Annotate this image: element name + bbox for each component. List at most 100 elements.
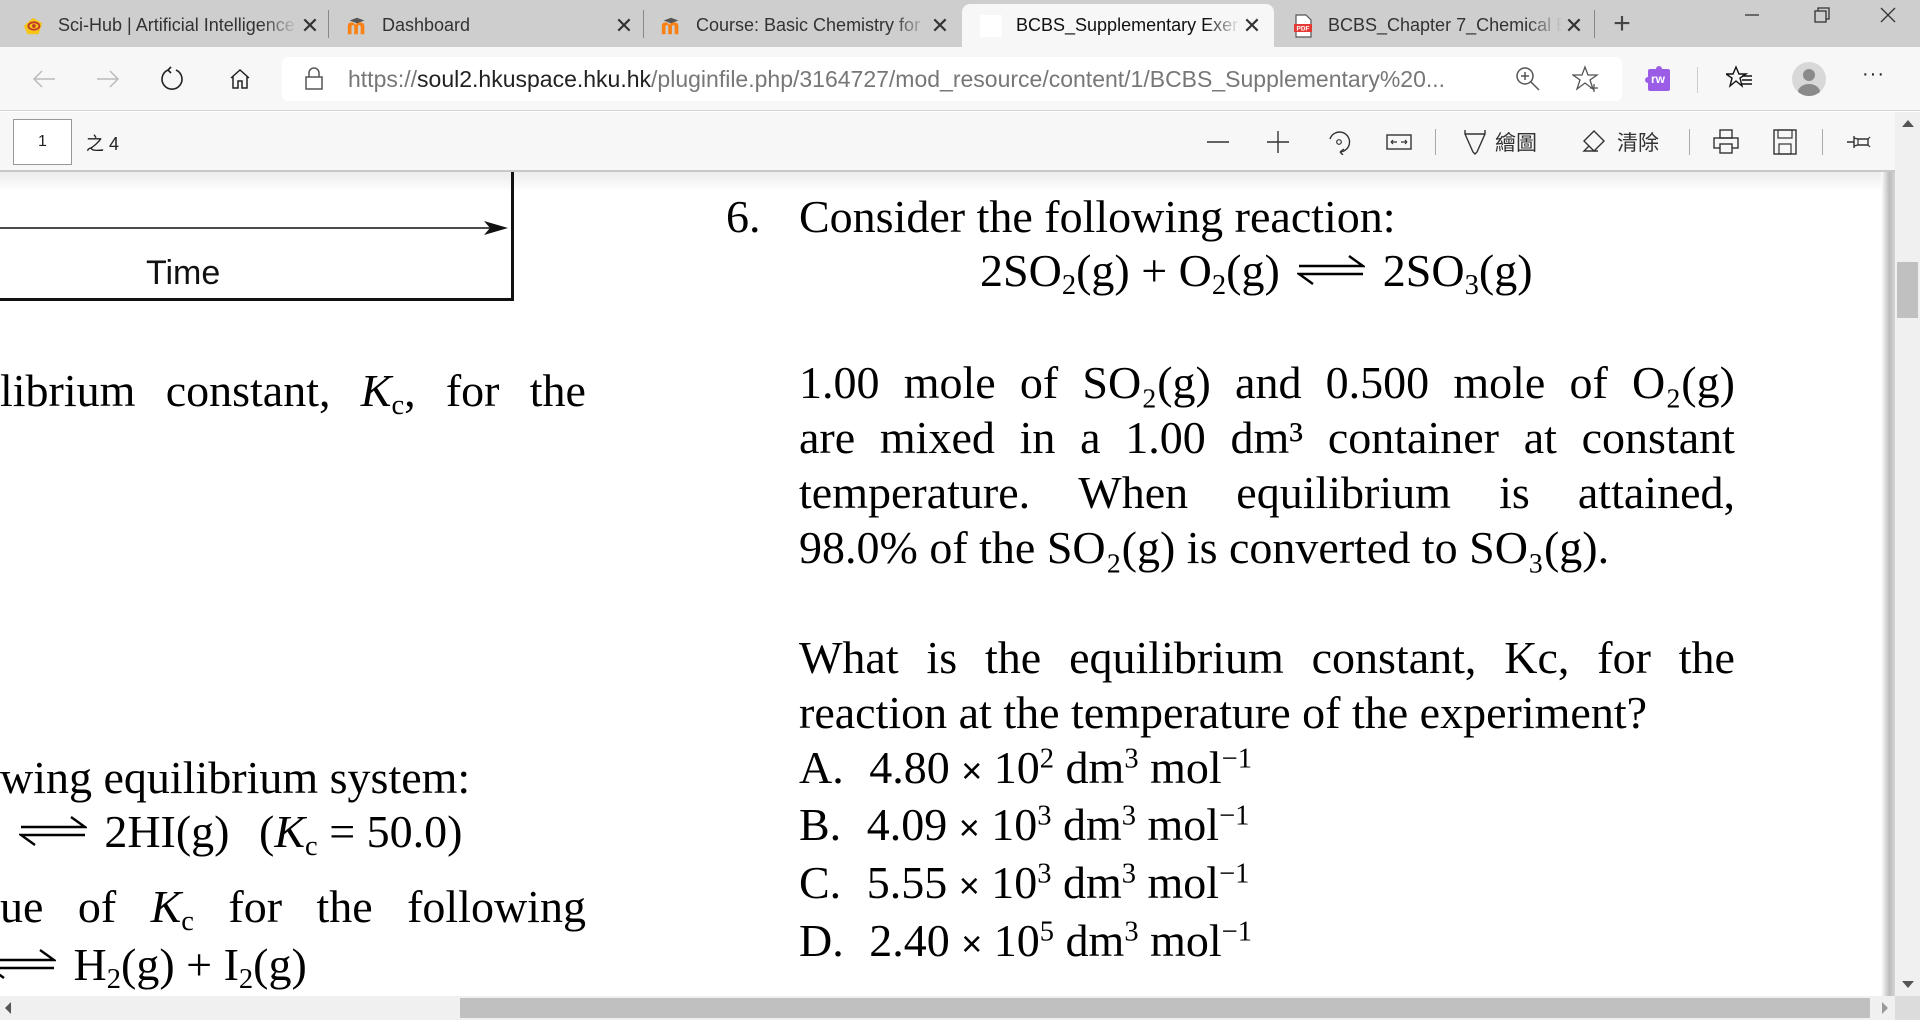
scroll-down-arrow-icon[interactable] (1902, 981, 1914, 988)
word: of (1569, 357, 1608, 408)
tab-separator (1594, 10, 1595, 38)
tab-dashboard[interactable]: Dashboard ✕ (346, 4, 636, 47)
refresh-button[interactable] (150, 57, 194, 101)
home-button[interactable] (218, 57, 262, 101)
word: O₂(g) (1632, 357, 1735, 408)
comma: , (404, 365, 416, 416)
scroll-right-arrow-icon[interactable] (1882, 1002, 1888, 1014)
left-text-line: librium constant, Kc, for the (0, 365, 586, 420)
tab-title: BCBS_Chapter 7_Chemical Equilibrium (1328, 15, 1562, 35)
erase-button[interactable]: 清除 (1581, 124, 1659, 160)
pdf-viewport: Time librium constant, Kc, for the wing … (0, 172, 1895, 996)
left-text-line: wing equilibrium system: (0, 752, 471, 803)
minimize-icon (1745, 14, 1759, 16)
scroll-left-arrow-icon[interactable] (5, 1002, 11, 1014)
add-favorite-icon[interactable] (1570, 65, 1600, 98)
fit-width-button[interactable] (1386, 124, 1412, 160)
tab-scihub[interactable]: Sci-Hub | Artificial Intelligence ✕ (22, 4, 322, 47)
unit-dm: dm (1062, 799, 1122, 850)
paragraph-line: 1.00 mole of SO₂(g) and 0.500 mole of O₂… (799, 360, 1735, 406)
word: the (985, 632, 1042, 683)
print-button[interactable] (1713, 124, 1739, 160)
profile-avatar[interactable] (1792, 62, 1826, 96)
horizontal-scrollbar[interactable] (0, 996, 1895, 1020)
tab-title: Dashboard (382, 15, 471, 35)
more-menu-button[interactable]: ··· (1862, 63, 1885, 86)
tab-supplementary-active[interactable]: BCBS_Supplementary Exercise ✕ (962, 4, 1274, 47)
paragraph-line: are mixed in a 1.00 dm³ container at con… (799, 415, 1735, 461)
unit-dm: dm (1065, 915, 1125, 966)
hi-decomposition-equation: H2(g) + I2(g) (0, 939, 307, 994)
reactant-so2: 2SO (980, 245, 1062, 296)
word: constant (1581, 412, 1735, 463)
forward-button[interactable] (86, 57, 130, 101)
svg-text:PDF: PDF (1297, 25, 1310, 32)
scroll-up-arrow-icon[interactable] (1902, 120, 1914, 127)
c-subscript: c (391, 389, 405, 421)
url-host: soul2.hkuspace.hku.hk (417, 66, 652, 92)
unit-mol: mol (1147, 857, 1220, 908)
base-ten: 10 (993, 742, 1040, 793)
unit-mol: mol (1150, 742, 1222, 793)
answer-option-d[interactable]: D. 2.40 × 105 dm3 mol−1 (799, 918, 1252, 964)
tab-strip: Sci-Hub | Artificial Intelligence ✕ Dash… (0, 0, 1920, 47)
minimize-button[interactable] (1720, 0, 1784, 40)
word: container (1327, 412, 1499, 463)
word: SO₂(g) (1082, 357, 1211, 408)
close-tab-icon[interactable]: ✕ (1240, 13, 1264, 39)
rotate-button[interactable] (1326, 124, 1352, 160)
paragraph-line: temperature. When equilibrium is attaine… (799, 470, 1735, 516)
kc-number: = 50.0) (317, 806, 463, 857)
save-button[interactable] (1773, 124, 1797, 160)
subscript: 2 (238, 963, 254, 995)
new-tab-button[interactable]: + (1604, 4, 1640, 44)
pdf-toolbar: 1 之 4 繪圖 清除 (0, 112, 1895, 172)
question-ask-line: reaction at the temperature of the exper… (799, 687, 1648, 738)
word: equilibrium (1236, 467, 1451, 518)
word: dm³ (1230, 412, 1304, 463)
exponent: 5 (1039, 916, 1055, 948)
close-tab-icon[interactable]: ✕ (612, 13, 636, 39)
home-icon (230, 68, 250, 89)
tab-separator (643, 10, 644, 38)
exponent: 3 (1037, 800, 1052, 832)
close-tab-icon[interactable]: ✕ (298, 13, 322, 39)
subscript: 3 (1464, 269, 1479, 301)
close-tab-icon[interactable]: ✕ (1562, 13, 1586, 39)
close-tab-icon[interactable]: ✕ (928, 13, 952, 39)
draw-button[interactable]: 繪圖 (1463, 124, 1537, 160)
back-button[interactable] (22, 57, 66, 101)
question-ask-line: What is the equilibrium constant, Kc, fo… (799, 635, 1735, 681)
word: librium (0, 365, 136, 416)
extension-button[interactable]: rw (1642, 63, 1674, 95)
pin-toolbar-button[interactable] (1846, 124, 1872, 160)
zoom-indicator-icon[interactable] (1514, 65, 1542, 98)
horizontal-scroll-thumb[interactable] (460, 998, 1870, 1018)
question-prompt: Consider the following reaction: (799, 191, 1396, 242)
restore-icon (1814, 7, 1830, 23)
so2-reaction-equation: 2SO2(g) + O2(g) 2SO3(g) (980, 245, 1533, 300)
tab-course[interactable]: Course: Basic Chemistry for ✕ (660, 4, 952, 47)
favorites-button[interactable] (1723, 65, 1754, 98)
restore-button[interactable] (1790, 0, 1854, 40)
subscript: 2 (106, 963, 121, 995)
zoom-in-button[interactable] (1265, 124, 1291, 160)
close-window-button[interactable] (1856, 0, 1920, 40)
answer-option-c[interactable]: C. 5.55 × 103 dm3 mol−1 (799, 860, 1249, 906)
tab-chapter7[interactable]: PDF BCBS_Chapter 7_Chemical Equilibrium … (1292, 4, 1586, 47)
vertical-scroll-thumb[interactable] (1897, 262, 1918, 318)
vertical-scrollbar[interactable] (1895, 112, 1920, 996)
equation-middle: (g) + I (121, 939, 239, 990)
zoom-out-button[interactable] (1205, 124, 1231, 160)
page-number-input[interactable]: 1 (13, 119, 72, 165)
answer-option-a[interactable]: A. 4.80 × 102 dm3 mol−1 (799, 745, 1252, 791)
fit-width-icon (1386, 134, 1412, 150)
tab-title: Sci-Hub | Artificial Intelligence (58, 15, 295, 35)
equilibrium-arrow-icon (1297, 255, 1366, 286)
word: When (1078, 467, 1189, 518)
answer-option-b[interactable]: B. 4.09 × 103 dm3 mol−1 (799, 802, 1249, 848)
scihub-icon (22, 15, 44, 37)
word: for (228, 881, 283, 932)
address-bar[interactable]: https://soul2.hkuspace.hku.hk/pluginfile… (282, 57, 1622, 101)
tab-title: Course: Basic Chemistry for (696, 15, 921, 35)
